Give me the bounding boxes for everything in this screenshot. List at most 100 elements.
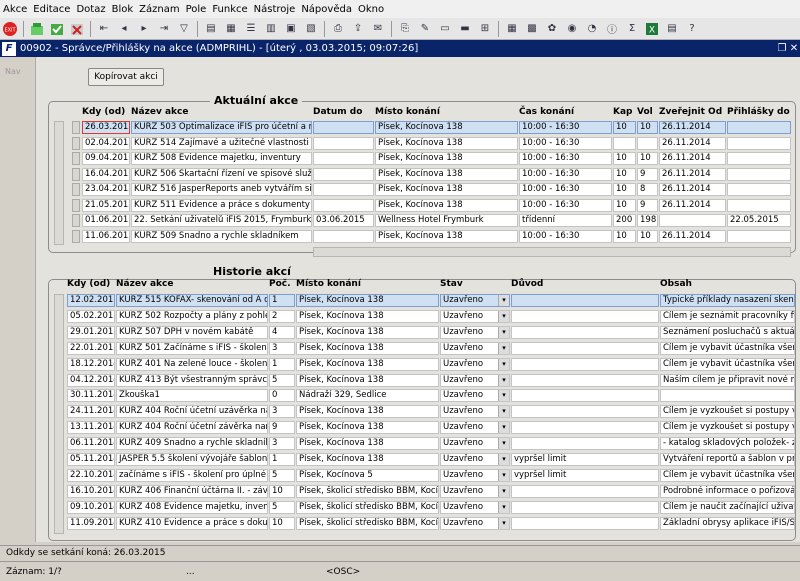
current-cell-0[interactable]: 09.04.2015 <box>82 152 130 165</box>
current-cell-0[interactable]: 11.06.2015 <box>82 229 130 243</box>
history-cell-0[interactable]: 12.02.2015 <box>67 294 115 307</box>
history-cell-6[interactable]: Naším cílem je připravit nové neb <box>660 373 795 387</box>
current-cell-3[interactable]: Písek, Kocínova 138 <box>375 229 518 243</box>
history-cell-5[interactable] <box>511 421 659 435</box>
history-cell-2[interactable]: 3 <box>269 405 295 419</box>
history-cell-4[interactable]: Uzavřeno ▾ <box>440 294 510 307</box>
current-cell-7[interactable] <box>659 214 726 227</box>
current-cell-7[interactable]: 26.11.2014 <box>659 121 726 134</box>
chevron-down-icon[interactable]: ▾ <box>498 358 509 370</box>
query-icon[interactable]: ▤ <box>202 20 220 38</box>
current-cell-6[interactable]: 8 <box>637 183 658 196</box>
current-cell-4[interactable]: 10:00 - 16:30 <box>519 136 612 150</box>
current-horizontal-scrollbar[interactable] <box>313 247 791 257</box>
menu-item-1[interactable]: Editace <box>30 4 73 15</box>
chevron-down-icon[interactable]: ▾ <box>498 342 509 354</box>
current-cell-3[interactable]: Písek, Kocínova 138 <box>375 167 518 181</box>
globe-icon[interactable]: ◉ <box>563 20 581 38</box>
history-cell-6[interactable]: Cílem je vybavit účastníka všemi <box>660 341 795 355</box>
history-cell-0[interactable]: 05.02.2015 <box>67 309 115 323</box>
current-cell-0[interactable]: 02.04.2015 <box>82 136 130 150</box>
history-cell-6[interactable]: Cílem je vyzkoušet si postupy vec <box>660 421 795 435</box>
current-cell-8[interactable] <box>727 167 791 181</box>
current-cell-5[interactable]: 10 <box>613 121 636 134</box>
current-cell-4[interactable]: 10:00 - 16:30 <box>519 198 612 212</box>
menu-item-4[interactable]: Záznam <box>136 4 182 15</box>
current-cell-1[interactable]: KURZ 511 Evidence a práce s dokumenty ve… <box>131 198 312 212</box>
grid-icon[interactable]: ▦ <box>222 20 240 38</box>
table-icon[interactable]: ▥ <box>262 20 280 38</box>
history-cell-5[interactable] <box>511 516 659 530</box>
current-cell-4[interactable]: 10:00 - 16:30 <box>519 183 612 196</box>
current-cell-7[interactable]: 26.11.2014 <box>659 183 726 196</box>
current-cell-2[interactable] <box>313 229 374 243</box>
history-cell-6[interactable]: Podrobné informace o pořizován <box>660 484 795 498</box>
history-cell-1[interactable]: KURZ 406 Finanční účtárna II. - závazk <box>116 484 268 498</box>
history-cell-2[interactable]: 3 <box>269 437 295 451</box>
history-cell-1[interactable]: JASPER 5.5 školení vývojáře šablon re <box>116 453 268 466</box>
history-cell-0[interactable]: 09.10.2014 <box>67 500 115 514</box>
history-cell-3[interactable]: Písek, Kocínova 138 <box>296 421 439 435</box>
history-cell-4[interactable]: Uzavřeno ▾ <box>440 341 510 355</box>
folder-icon[interactable]: ▬ <box>456 20 474 38</box>
new-record-icon[interactable] <box>28 20 46 38</box>
doc-icon[interactable]: ▭ <box>436 20 454 38</box>
current-cell-3[interactable]: Písek, Kocínova 138 <box>375 136 518 150</box>
history-cell-0[interactable]: 06.11.2014 <box>67 437 115 451</box>
history-cell-5[interactable] <box>511 500 659 514</box>
print-icon[interactable]: ⎙ <box>329 20 347 38</box>
current-cell-5[interactable] <box>613 136 636 150</box>
history-cell-1[interactable]: KURZ 404 Roční účetní uzávěrka nane <box>116 405 268 419</box>
history-cell-3[interactable]: Písek, školicí středisko BBM, Kocína <box>296 516 439 530</box>
current-cell-3[interactable]: Písek, Kocínova 138 <box>375 152 518 165</box>
history-cell-6[interactable] <box>660 389 795 403</box>
calendar-icon[interactable]: ▦ <box>503 20 521 38</box>
settings-icon[interactable]: ✿ <box>543 20 561 38</box>
current-cell-0[interactable]: 26.03.2015 <box>82 121 130 134</box>
delete-icon[interactable] <box>68 20 86 38</box>
history-cell-6[interactable]: Typické příklady nasazení skenov <box>660 294 795 307</box>
current-cell-3[interactable]: Písek, Kocínova 138 <box>375 183 518 196</box>
current-cell-1[interactable]: KURZ 503 Optimalizace iFIS pro účetní a … <box>131 121 312 134</box>
history-cell-1[interactable]: KURZ 515 KOFAX- skenování od A do <box>116 294 268 307</box>
history-cell-5[interactable] <box>511 373 659 387</box>
current-cell-6[interactable]: 10 <box>637 229 658 243</box>
history-cell-3[interactable]: Písek, Kocínova 138 <box>296 294 439 307</box>
list-icon[interactable]: ☰ <box>242 20 260 38</box>
current-cell-5[interactable]: 10 <box>613 167 636 181</box>
current-cell-6[interactable]: 9 <box>637 198 658 212</box>
chevron-down-icon[interactable]: ▾ <box>498 469 509 481</box>
current-cell-7[interactable]: 26.11.2014 <box>659 198 726 212</box>
history-cell-4[interactable]: Uzavřeno ▾ <box>440 389 510 403</box>
current-cell-0[interactable]: 23.04.2015 <box>82 183 130 196</box>
chevron-down-icon[interactable]: ▾ <box>498 422 509 434</box>
current-cell-3[interactable]: Písek, Kocínova 138 <box>375 121 518 134</box>
history-cell-3[interactable]: Písek, Kocínova 138 <box>296 453 439 466</box>
menu-item-5[interactable]: Pole <box>183 4 210 15</box>
note-icon[interactable]: ✎ <box>416 20 434 38</box>
current-cell-1[interactable]: KURZ 516 JasperReports aneb vytvářím si … <box>131 183 312 196</box>
history-cell-0[interactable]: 18.12.2014 <box>67 357 115 371</box>
history-cell-5[interactable] <box>511 294 659 307</box>
current-cell-8[interactable] <box>727 183 791 196</box>
history-cell-2[interactable]: 5 <box>269 500 295 514</box>
menu-item-2[interactable]: Dotaz <box>73 4 108 15</box>
history-cell-3[interactable]: Písek, školicí středisko BBM, Kocína <box>296 484 439 498</box>
current-cell-1[interactable]: KURZ 514 Zajímavé a užitečné vlastnosti … <box>131 136 312 150</box>
history-cell-6[interactable]: Seznámení posluchačů s aktuáln <box>660 325 795 339</box>
history-cell-5[interactable] <box>511 309 659 323</box>
history-cell-6[interactable]: Cílem je vybavit účastníka všemi <box>660 357 795 371</box>
chevron-down-icon[interactable]: ▾ <box>498 310 509 322</box>
history-cell-5[interactable] <box>511 437 659 451</box>
current-cell-6[interactable]: 198 <box>637 214 658 227</box>
row-indicator[interactable] <box>72 152 80 165</box>
history-cell-2[interactable]: 9 <box>269 421 295 435</box>
history-cell-2[interactable]: 1 <box>269 294 295 307</box>
current-cell-4[interactable]: třídenní <box>519 214 612 227</box>
exit-icon[interactable]: EXIT <box>1 20 19 38</box>
current-cell-7[interactable]: 26.11.2014 <box>659 152 726 165</box>
current-cell-2[interactable] <box>313 152 374 165</box>
tree-icon[interactable]: ⊞ <box>476 20 494 38</box>
history-cell-2[interactable]: 1 <box>269 357 295 371</box>
history-cell-0[interactable]: 22.10.2014 <box>67 468 115 482</box>
